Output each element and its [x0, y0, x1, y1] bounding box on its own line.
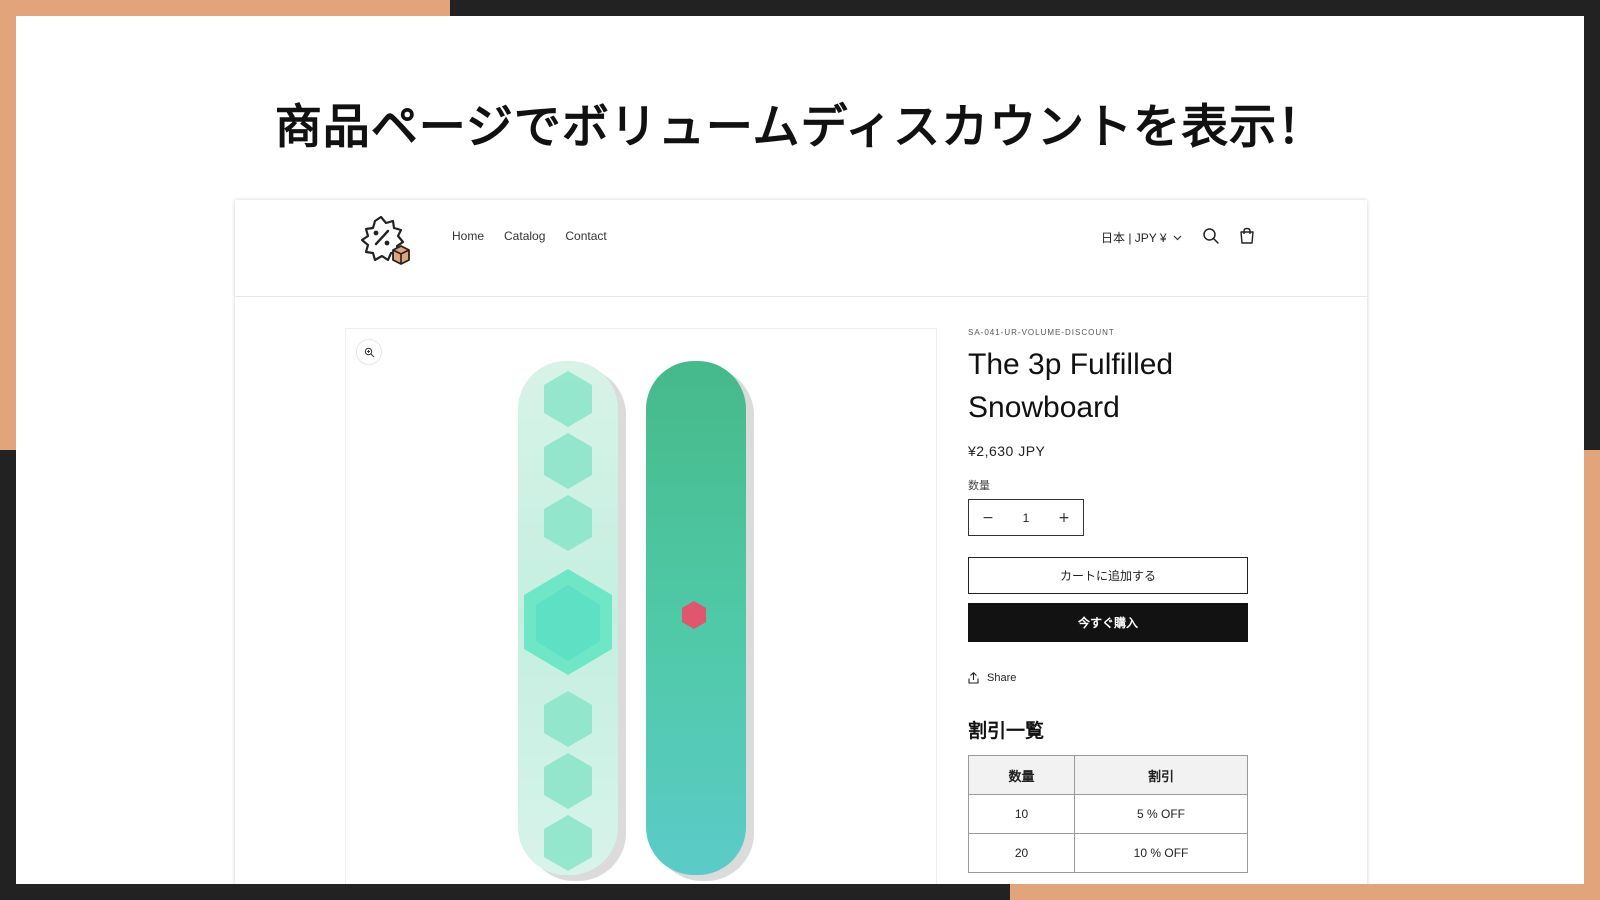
product-info: SA-041-UR-VOLUME-DISCOUNT The 3p Fulfill… — [967, 328, 1258, 873]
cell-quantity: 10 — [967, 794, 1076, 834]
table-row: 20 10 % OFF — [967, 833, 1248, 873]
cell-discount: 10 % OFF — [1074, 833, 1248, 873]
cart-icon[interactable] — [1237, 226, 1257, 246]
cell-quantity: 20 — [967, 833, 1076, 873]
product-sku: SA-041-UR-VOLUME-DISCOUNT — [968, 328, 1115, 337]
share-button[interactable]: Share — [968, 672, 1258, 684]
quantity-decrease-button[interactable]: − — [981, 510, 995, 526]
headline: 商品ページでボリュームディスカウントを表示！ — [274, 100, 1326, 155]
slide-panel: 商品ページでボリュームディスカウントを表示！ Home Catalog Cont… — [16, 16, 1584, 884]
zoom-icon — [364, 347, 374, 357]
nav-home[interactable]: Home — [452, 229, 484, 243]
column-header-quantity: 数量 — [967, 755, 1076, 795]
discount-table: 数量 割引 10 5 % OFF 20 10 % OFF — [967, 755, 1248, 873]
snowboard-image — [518, 361, 754, 881]
store-header: Home Catalog Contact 日本 | JPY ¥ — [235, 200, 1367, 297]
table-row: 10 5 % OFF — [967, 794, 1248, 834]
share-icon — [968, 672, 979, 684]
product-gallery[interactable] — [345, 328, 937, 884]
add-to-cart-button[interactable]: カートに追加する — [968, 557, 1248, 594]
chevron-down-icon — [1173, 235, 1182, 240]
quantity-input[interactable]: 1 — [1023, 511, 1030, 525]
search-icon[interactable] — [1201, 226, 1221, 246]
locale-selector[interactable]: 日本 | JPY ¥ — [1101, 229, 1182, 246]
locale-label: 日本 | JPY ¥ — [1101, 231, 1167, 245]
nav-contact[interactable]: Contact — [565, 229, 606, 243]
column-header-discount: 割引 — [1074, 755, 1248, 795]
store-screenshot: Home Catalog Contact 日本 | JPY ¥ SA-041-U… — [235, 200, 1367, 884]
discount-badge-box-icon[interactable] — [355, 214, 413, 266]
cell-discount: 5 % OFF — [1074, 794, 1248, 834]
buy-now-button[interactable]: 今すぐ購入 — [968, 603, 1248, 642]
main-nav: Home Catalog Contact — [452, 229, 607, 243]
quantity-label: 数量 — [968, 479, 990, 492]
nav-catalog[interactable]: Catalog — [504, 229, 545, 243]
product-title: The 3p Fulfilled Snowboard — [968, 348, 1174, 424]
quantity-increase-button[interactable]: + — [1057, 510, 1071, 526]
product-price: ¥2,630 JPY — [968, 443, 1046, 459]
discount-list-title: 割引一覧 — [968, 720, 1045, 742]
quantity-stepper: − 1 + — [968, 499, 1084, 536]
zoom-button[interactable] — [356, 339, 382, 365]
share-label: Share — [987, 672, 1017, 684]
